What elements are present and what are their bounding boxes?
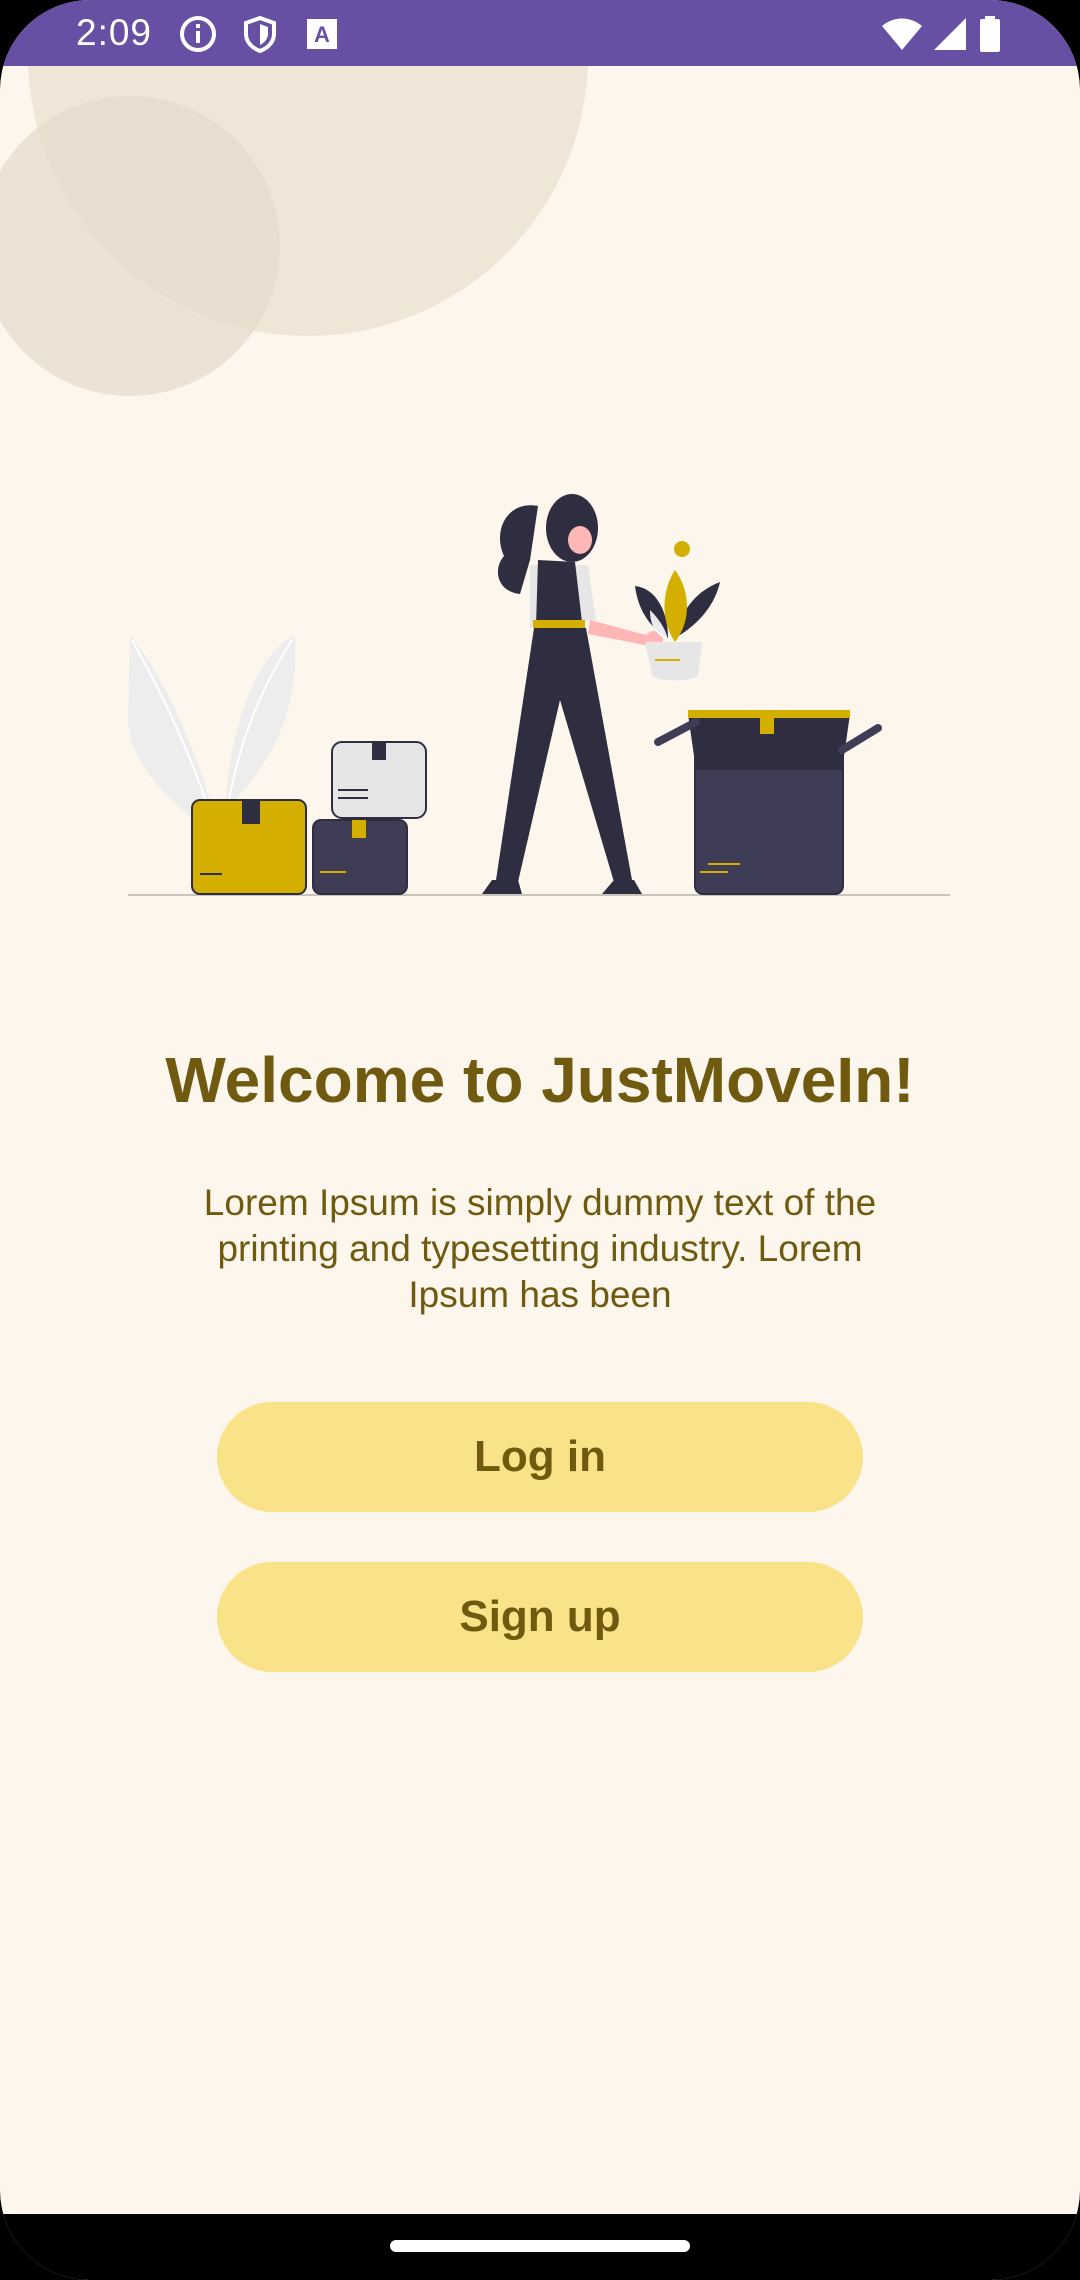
navigation-bar — [0, 2214, 1080, 2280]
info-icon — [178, 14, 218, 54]
welcome-title: Welcome to JustMoveIn! — [165, 1044, 915, 1116]
potted-plant — [635, 541, 720, 681]
wifi-icon — [880, 14, 924, 54]
status-time: 2:09 — [76, 12, 153, 53]
svg-text:A: A — [314, 22, 330, 47]
moving-illustration — [128, 494, 950, 896]
login-button[interactable]: Log in — [217, 1402, 863, 1512]
home-indicator[interactable] — [390, 2240, 690, 2252]
app-screen: 2:09 A Welcome to JustMoveIn! Lorem Ipsu… — [0, 0, 1080, 2280]
signup-button[interactable]: Sign up — [217, 1562, 863, 1672]
status-bar: 2:09 A — [0, 0, 1080, 66]
signal-icon — [930, 14, 970, 54]
dark-small-box — [312, 819, 408, 895]
background-circles — [0, 66, 588, 396]
woman-figure — [482, 494, 663, 894]
keyboard-a-icon: A — [302, 14, 342, 54]
yellow-box — [191, 799, 307, 895]
open-box — [654, 710, 882, 895]
shield-icon — [240, 14, 280, 54]
battery-icon — [978, 14, 1002, 54]
light-top-box — [331, 741, 427, 819]
welcome-description: Lorem Ipsum is simply dummy text of the … — [203, 1182, 877, 1315]
